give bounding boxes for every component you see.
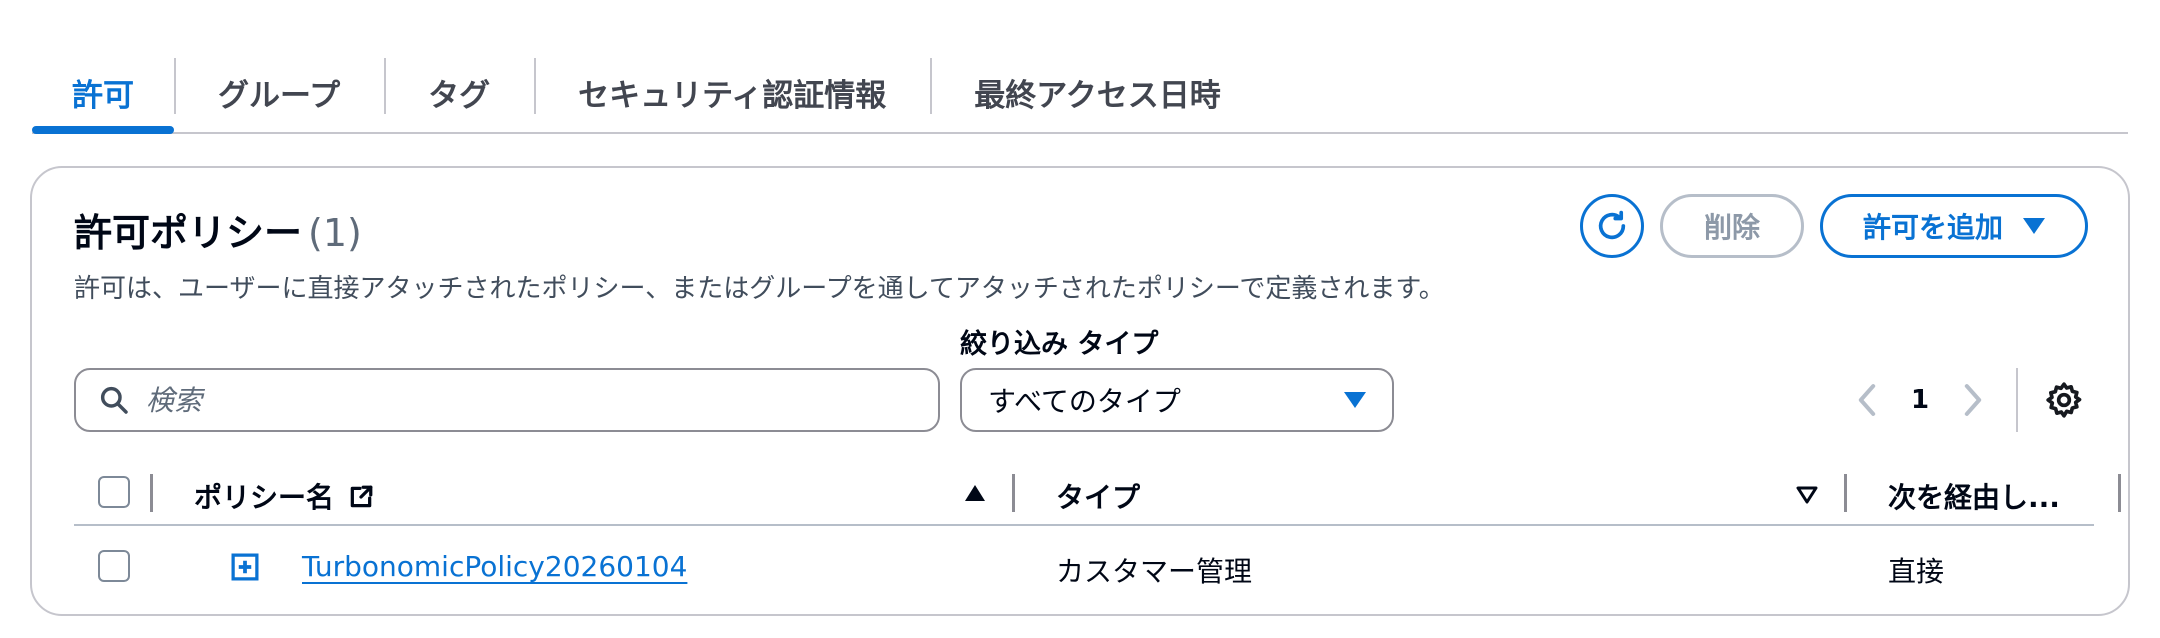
- policy-name-link[interactable]: TurbonomicPolicy20260104: [302, 550, 687, 583]
- type-filter-value: すべてのタイプ: [988, 385, 1181, 418]
- expand-icon[interactable]: [230, 552, 260, 582]
- table-row: TurbonomicPolicy20260104 カスタマー管理 直接: [74, 528, 2094, 608]
- search-icon: [100, 386, 128, 414]
- sort-descending-icon[interactable]: [1796, 486, 1818, 504]
- tab-security-credentials[interactable]: セキュリティ認証情報: [534, 52, 930, 132]
- panel-description: 許可は、ユーザーに直接アタッチされたポリシー、またはグループを通してアタッチされ…: [74, 274, 1445, 304]
- table-header: ポリシー名 タイプ 次を経由し...: [74, 458, 2121, 526]
- previous-page-button[interactable]: [1850, 383, 1884, 417]
- current-page[interactable]: 1: [1884, 385, 1956, 415]
- filter-type-label: 絞り込み タイプ: [960, 329, 1159, 360]
- add-permissions-button[interactable]: 許可を追加: [1820, 194, 2088, 258]
- chevron-right-icon: [1964, 384, 1982, 416]
- permissions-policies-panel: 許可ポリシー (1) 許可は、ユーザーに直接アタッチされたポリシー、またはグループ…: [30, 166, 2130, 616]
- policy-type: カスタマー管理: [1056, 555, 1253, 588]
- delete-button[interactable]: 削除: [1660, 194, 1804, 258]
- panel-title: 許可ポリシー (1): [74, 202, 362, 257]
- tab-permissions[interactable]: 許可: [32, 52, 174, 134]
- column-divider: [150, 474, 153, 512]
- row-checkbox[interactable]: [98, 550, 130, 582]
- tab-groups[interactable]: グループ: [174, 52, 384, 132]
- tab-tags[interactable]: タグ: [384, 52, 534, 132]
- pagination: 1: [1850, 368, 1990, 432]
- policy-count: (1): [308, 211, 362, 255]
- column-header-policy-name-label: ポリシー名: [194, 481, 335, 514]
- divider: [2016, 368, 2018, 432]
- column-header-attached-via[interactable]: 次を経由し...: [1888, 476, 2060, 516]
- column-header-type[interactable]: タイプ: [1056, 476, 1140, 516]
- refresh-button[interactable]: [1580, 194, 1644, 258]
- column-header-policy-name[interactable]: ポリシー名: [194, 476, 374, 516]
- column-divider: [2118, 474, 2121, 512]
- gear-icon[interactable]: [2044, 380, 2084, 420]
- search-field[interactable]: [74, 368, 940, 432]
- sort-ascending-icon[interactable]: [964, 484, 986, 502]
- chevron-left-icon: [1858, 384, 1876, 416]
- caret-down-icon: [2023, 218, 2045, 234]
- next-page-button[interactable]: [1956, 383, 1990, 417]
- column-divider: [1844, 474, 1847, 512]
- panel-title-text: 許可ポリシー: [74, 211, 303, 255]
- select-all-checkbox[interactable]: [98, 476, 130, 508]
- column-divider: [1012, 474, 1015, 512]
- search-input[interactable]: [146, 383, 906, 417]
- refresh-icon: [1598, 210, 1626, 240]
- add-permissions-label: 許可を追加: [1862, 211, 2003, 244]
- tab-last-accessed[interactable]: 最終アクセス日時: [930, 52, 1264, 132]
- type-filter-select[interactable]: すべてのタイプ: [960, 368, 1394, 432]
- caret-down-icon: [1344, 392, 1366, 408]
- policy-attached-via: 直接: [1888, 555, 1945, 588]
- external-link-icon: [350, 485, 373, 508]
- tab-bar: 許可 グループ タグ セキュリティ認証情報 最終アクセス日時: [32, 52, 2128, 134]
